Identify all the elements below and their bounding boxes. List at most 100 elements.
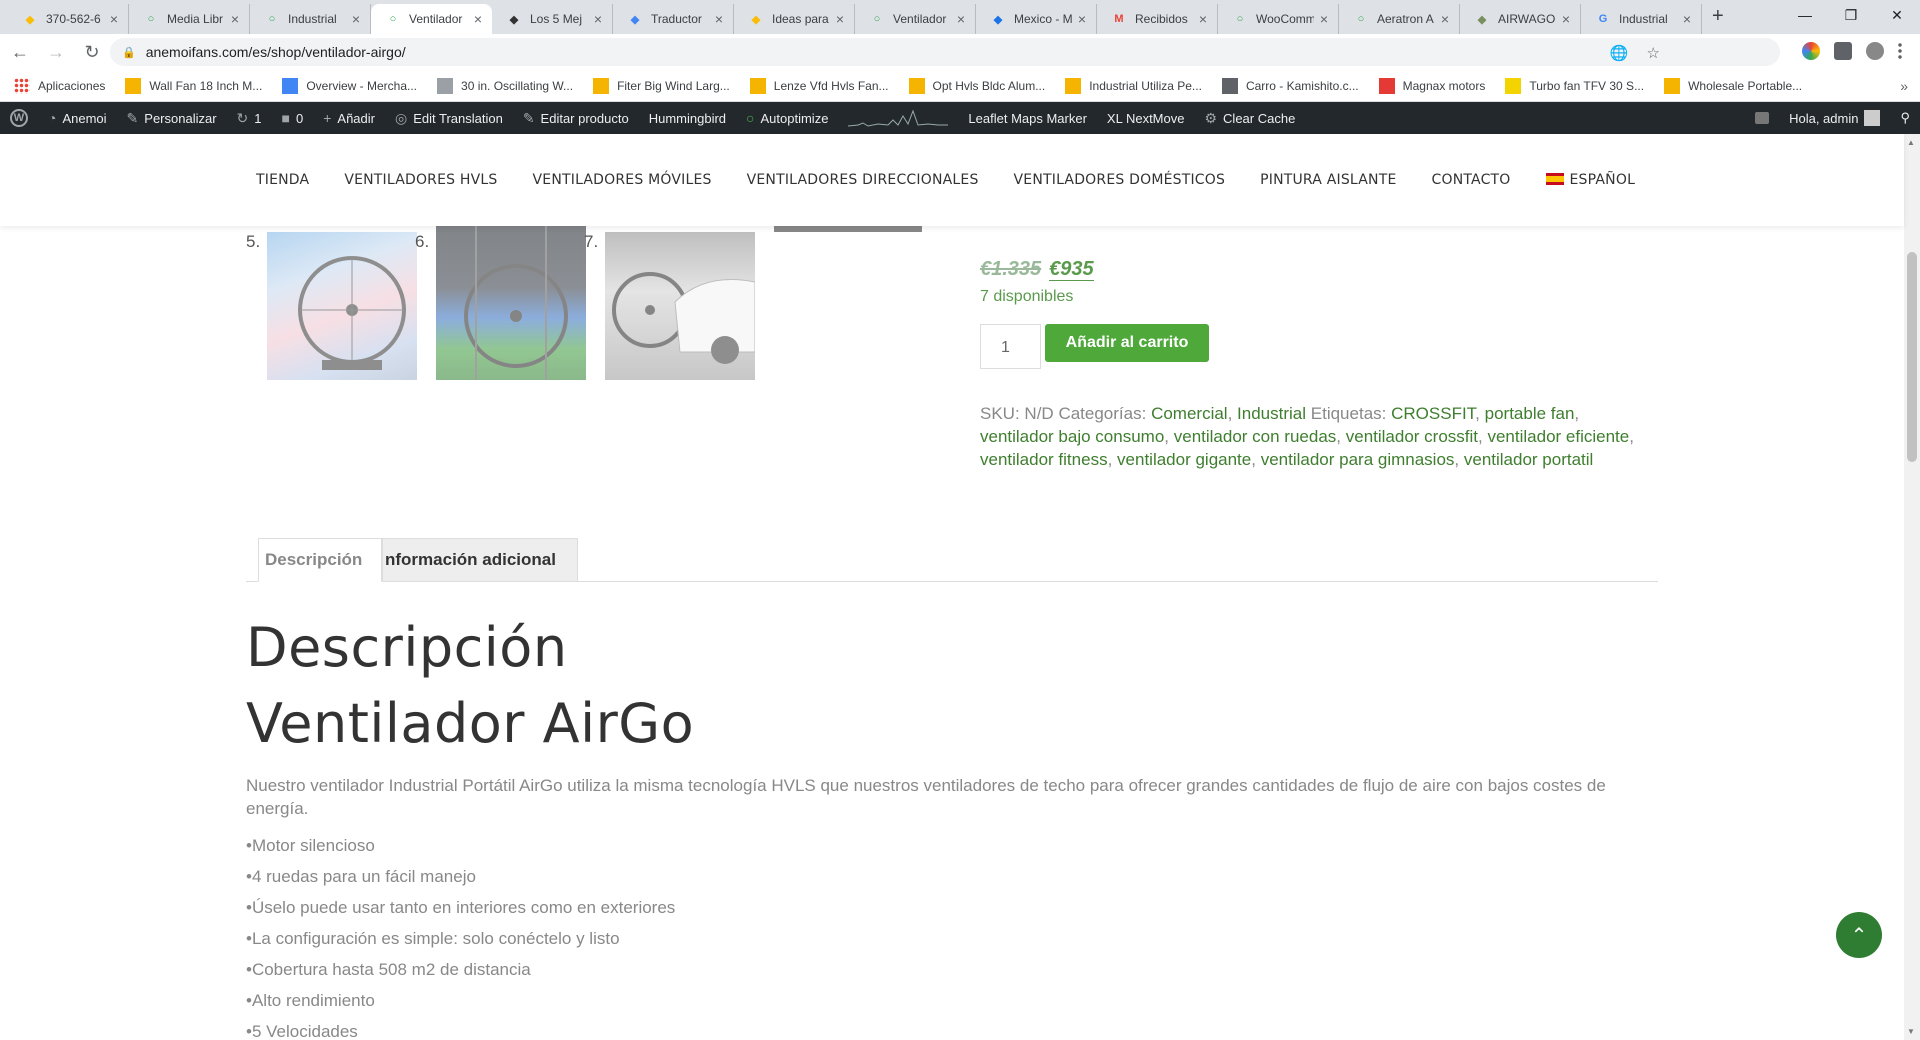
wp-bar-item[interactable]: ◎ Edit Translation	[385, 102, 513, 134]
wp-bar-item[interactable]: ■ 0	[272, 102, 314, 134]
wp-bar-item[interactable]: XL NextMove	[1097, 102, 1195, 134]
browser-tab[interactable]: ◆ Mexico - M ×	[976, 4, 1097, 34]
browser-tab[interactable]: ○ WooComm ×	[1218, 4, 1339, 34]
more-bookmarks-icon[interactable]: »	[1900, 78, 1908, 94]
tag-link[interactable]: ventilador con ruedas	[1174, 427, 1337, 446]
tab-close-icon[interactable]: ×	[1320, 11, 1328, 27]
close-window-icon[interactable]: ✕	[1874, 0, 1920, 30]
browser-tab[interactable]: ◆ AIRWAGO ×	[1460, 4, 1581, 34]
nav-item[interactable]: VENTILADORES MÓVILES	[533, 172, 712, 188]
tab-close-icon[interactable]: ×	[715, 11, 723, 27]
wp-bar-item[interactable]: Hummingbird	[639, 102, 736, 134]
nav-item[interactable]: VENTILADORES DIRECCIONALES	[747, 172, 979, 188]
tab-close-icon[interactable]: ×	[1078, 11, 1086, 27]
menu-dots-icon[interactable]	[1898, 42, 1902, 60]
browser-tab[interactable]: ◆ 370-562-6 ×	[8, 4, 129, 34]
account-menu[interactable]: Hola, admin	[1779, 102, 1890, 134]
puzzle-extensions-icon[interactable]	[1834, 42, 1852, 60]
scroll-up-icon[interactable]: ▲	[1907, 138, 1915, 147]
browser-tab[interactable]: M Recibidos ×	[1097, 4, 1218, 34]
address-bar[interactable]: 🔒 anemoifans.com/es/shop/ventilador-airg…	[110, 38, 1780, 66]
bookmark-item[interactable]: 30 in. Oscillating W...	[437, 77, 573, 94]
tab-additional-info[interactable]: nformación adicional	[382, 538, 578, 582]
wp-bar-item[interactable]: ✎ Editar producto	[513, 102, 639, 134]
tab-close-icon[interactable]: ×	[1441, 11, 1449, 27]
search-icon[interactable]: ⚲	[1890, 102, 1920, 134]
bookmark-item[interactable]: Wall Fan 18 Inch M...	[125, 77, 262, 94]
bookmark-item[interactable]: Industrial Utiliza Pe...	[1065, 77, 1202, 94]
browser-tab[interactable]: ○ Industrial ×	[250, 4, 371, 34]
restore-icon[interactable]: ❐	[1828, 0, 1874, 30]
tag-link[interactable]: CROSSFIT	[1391, 404, 1475, 423]
nav-item[interactable]: VENTILADORES HVLS	[344, 172, 497, 188]
tab-close-icon[interactable]: ×	[1683, 11, 1691, 27]
tab-close-icon[interactable]: ×	[1562, 11, 1570, 27]
profile-avatar-icon[interactable]	[1866, 42, 1884, 60]
nav-item[interactable]: PINTURA AISLANTE	[1260, 172, 1396, 188]
tab-close-icon[interactable]: ×	[957, 11, 965, 27]
tab-close-icon[interactable]: ×	[836, 11, 844, 27]
tag-link[interactable]: ventilador fitness	[980, 450, 1108, 469]
browser-tab[interactable]: ◆ Traductor ×	[613, 4, 734, 34]
color-extension-icon[interactable]	[1802, 42, 1820, 60]
wp-bar-item[interactable]: Leaflet Maps Marker	[958, 102, 1097, 134]
bookmark-item[interactable]: Opt Hvls Bldc Alum...	[908, 77, 1045, 94]
tab-close-icon[interactable]: ×	[352, 11, 360, 27]
browser-tab[interactable]: ○ Aeratron A ×	[1339, 4, 1460, 34]
notifications-icon[interactable]	[1745, 102, 1779, 134]
add-to-cart-button[interactable]: Añadir al carrito	[1045, 324, 1209, 362]
gallery-thumbnail-6[interactable]	[436, 226, 586, 380]
bookmark-star-icon[interactable]: ☆	[1647, 44, 1660, 62]
scroll-to-top-button[interactable]: ⌃	[1836, 912, 1882, 958]
scrollbar-thumb[interactable]	[1907, 252, 1917, 462]
forward-icon[interactable]: →	[40, 36, 72, 68]
bookmark-item[interactable]: Aplicaciones	[14, 77, 105, 94]
browser-tab[interactable]: ◆ Los 5 Mej ×	[492, 4, 613, 34]
page-scrollbar[interactable]: ▲ ▼	[1904, 134, 1920, 1040]
reload-icon[interactable]: ↻	[76, 36, 108, 68]
wp-bar-item[interactable]: ⚙ Clear Cache	[1194, 102, 1305, 134]
back-icon[interactable]: ←	[4, 36, 36, 68]
minimize-icon[interactable]: —	[1782, 0, 1828, 30]
new-tab-icon[interactable]: +	[1712, 5, 1724, 28]
wp-bar-item[interactable]: + Añadir	[313, 102, 385, 134]
translate-page-icon[interactable]: 🌐	[1610, 44, 1629, 62]
tag-link[interactable]: ventilador crossfit	[1346, 427, 1478, 446]
browser-tab[interactable]: ○ Ventilador ×	[371, 4, 492, 34]
tag-link[interactable]: ventilador gigante	[1117, 450, 1251, 469]
tag-link[interactable]: portable fan	[1485, 404, 1575, 423]
tab-close-icon[interactable]: ×	[231, 11, 239, 27]
gallery-thumbnail-4[interactable]	[774, 226, 922, 232]
tag-link[interactable]: ventilador eficiente	[1487, 427, 1629, 446]
browser-tab[interactable]: ○ Media Libr ×	[129, 4, 250, 34]
nav-item[interactable]: VENTILADORES DOMÉSTICOS	[1014, 172, 1226, 188]
tab-close-icon[interactable]: ×	[474, 11, 482, 27]
bookmark-item[interactable]: Fiter Big Wind Larg...	[593, 77, 730, 94]
wordpress-logo-icon[interactable]: W	[0, 102, 38, 134]
bookmark-item[interactable]: Turbo fan TFV 30 S...	[1505, 77, 1644, 94]
tag-link[interactable]: ventilador para gimnasios	[1261, 450, 1455, 469]
browser-tab[interactable]: ○ Ventilador ×	[855, 4, 976, 34]
wp-bar-item[interactable]: ○ Autoptimize	[736, 102, 838, 134]
tag-link[interactable]: ventilador portatil	[1464, 450, 1593, 469]
language-switcher[interactable]: ESPAÑOL	[1545, 172, 1636, 188]
bookmark-item[interactable]: Wholesale Portable...	[1664, 77, 1802, 94]
gallery-thumbnail-5[interactable]	[267, 232, 417, 380]
bookmark-item[interactable]: Lenze Vfd Hvls Fan...	[749, 77, 889, 94]
browser-tab[interactable]: G Industrial ×	[1581, 4, 1702, 34]
bookmark-item[interactable]: Carro - Kamishito.c...	[1221, 77, 1359, 94]
scroll-down-icon[interactable]: ▼	[1907, 1027, 1915, 1036]
tab-close-icon[interactable]: ×	[594, 11, 602, 27]
tab-close-icon[interactable]: ×	[110, 11, 118, 27]
wp-bar-item[interactable]: ◔ Anemoi	[38, 102, 117, 134]
category-link[interactable]: Industrial	[1237, 404, 1306, 423]
tab-close-icon[interactable]: ×	[1199, 11, 1207, 27]
category-link[interactable]: Comercial	[1151, 404, 1228, 423]
tag-link[interactable]: ventilador bajo consumo	[980, 427, 1164, 446]
bookmark-item[interactable]: Magnax motors	[1378, 77, 1485, 94]
browser-tab[interactable]: ◆ Ideas para ×	[734, 4, 855, 34]
bookmark-item[interactable]: Overview - Mercha...	[282, 77, 417, 94]
nav-item[interactable]: TIENDA	[256, 172, 309, 188]
nav-item[interactable]: CONTACTO	[1432, 172, 1511, 188]
gallery-thumbnail-7[interactable]	[605, 232, 755, 380]
